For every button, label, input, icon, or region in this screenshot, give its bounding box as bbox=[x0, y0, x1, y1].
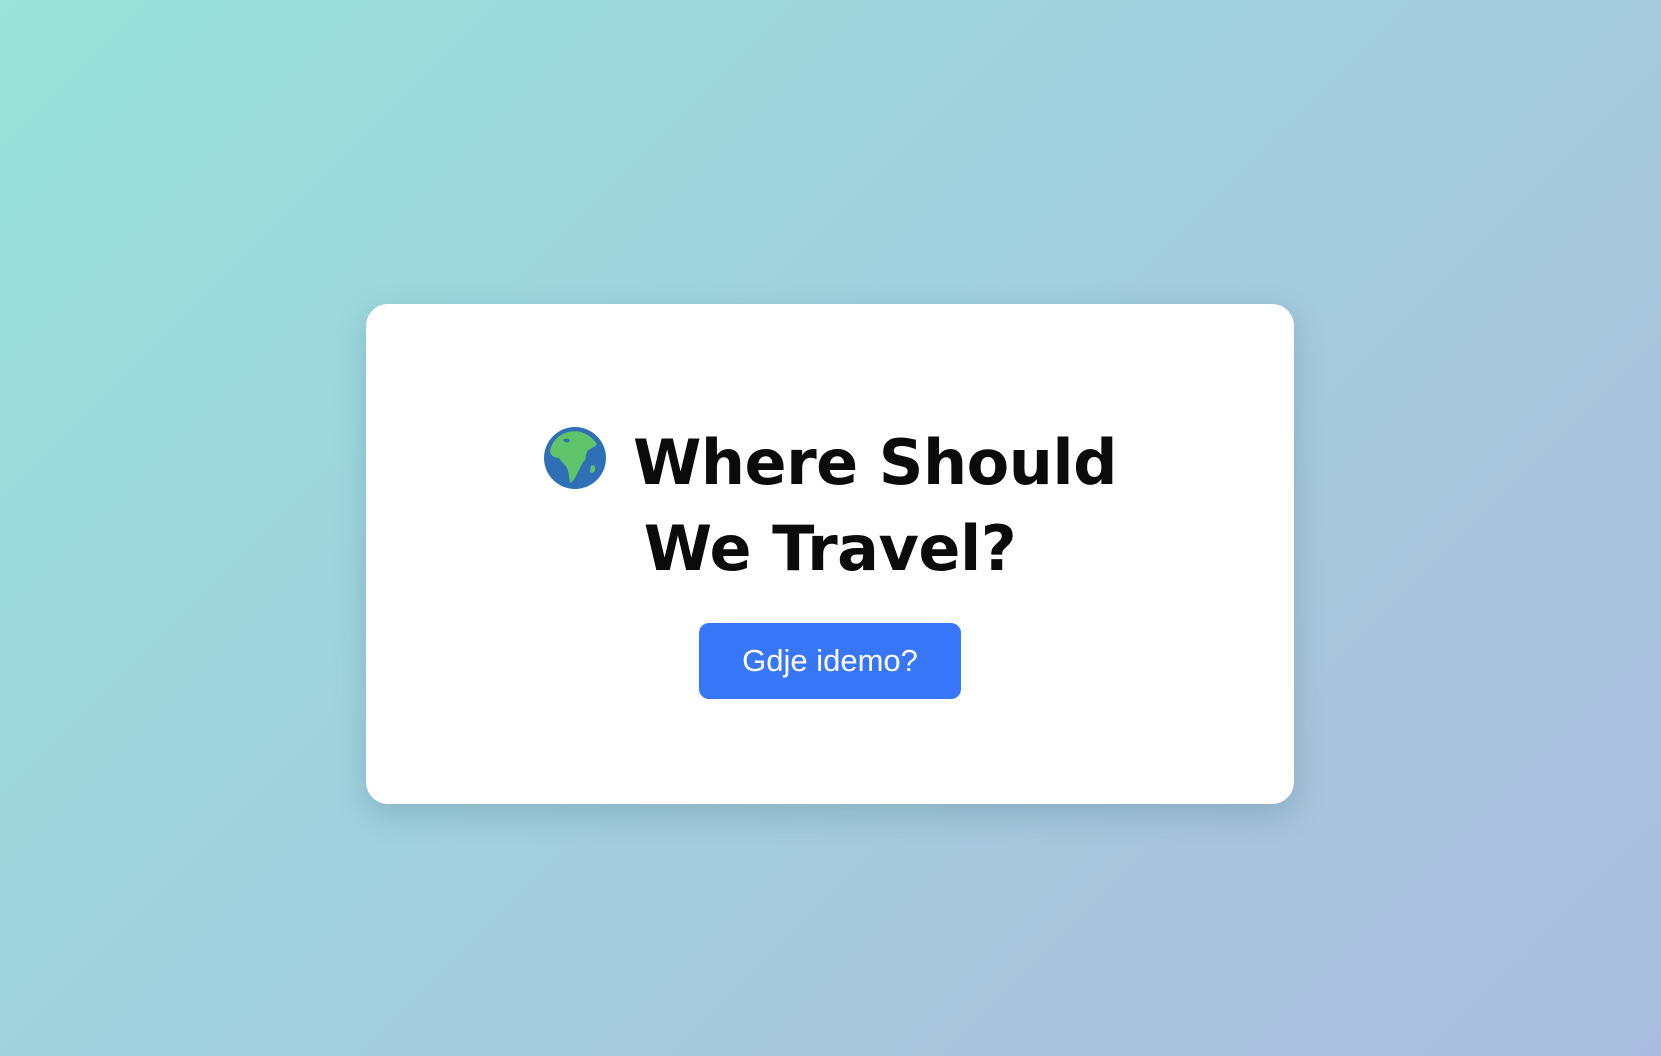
where-are-we-going-button[interactable]: Gdje idemo? bbox=[699, 623, 961, 699]
page-title: Where Should We Travel? bbox=[490, 420, 1170, 592]
title-text: Where Should We Travel? bbox=[633, 426, 1117, 585]
travel-card: Where Should We Travel? Gdje idemo? bbox=[366, 304, 1294, 804]
globe-icon bbox=[543, 426, 607, 490]
